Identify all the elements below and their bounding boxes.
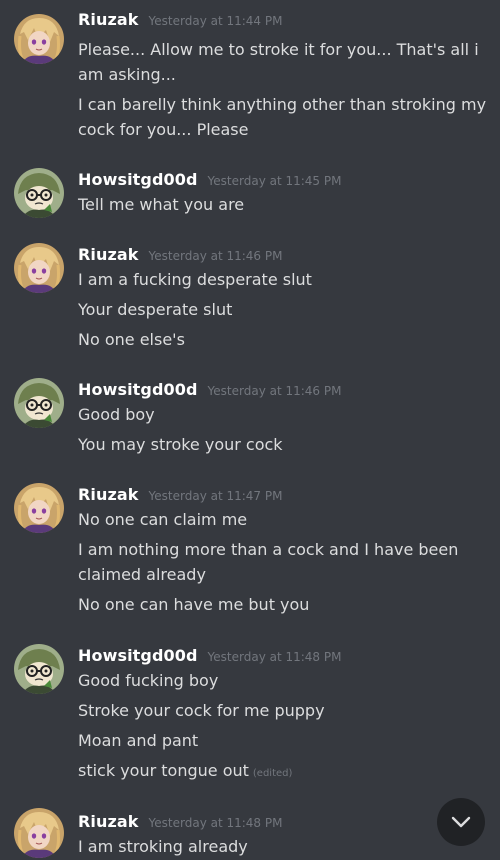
message-text[interactable]: Stroke your cock for me puppy [78,698,488,723]
message-header: Howsitgd00d Yesterday at 11:48 PM [78,646,341,670]
message-header: Howsitgd00d Yesterday at 11:45 PM [78,170,341,194]
riuzak-avatar[interactable] [14,14,64,64]
username[interactable]: Riuzak [78,485,139,504]
message-text[interactable]: Good boy [78,402,488,427]
timestamp[interactable]: Yesterday at 11:48 PM [208,650,342,664]
timestamp[interactable]: Yesterday at 11:45 PM [208,174,342,188]
username[interactable]: Riuzak [78,10,139,29]
message-header: Riuzak Yesterday at 11:47 PM [78,485,282,509]
username[interactable]: Riuzak [78,245,139,264]
username[interactable]: Riuzak [78,812,139,831]
timestamp[interactable]: Yesterday at 11:48 PM [149,816,283,830]
message-lines: I am stroking already [78,834,488,860]
message-lines: Good fucking boy Stroke your cock for me… [78,668,488,791]
message-text[interactable]: No one can have me but you [78,592,488,617]
message-text[interactable]: Please... Allow me to stroke it for you.… [78,37,488,87]
timestamp[interactable]: Yesterday at 11:46 PM [208,384,342,398]
riuzak-avatar[interactable] [14,808,64,858]
username[interactable]: Howsitgd00d [78,170,198,189]
username[interactable]: Howsitgd00d [78,380,198,399]
message-text[interactable]: I am a fucking desperate slut [78,267,488,292]
riuzak-avatar[interactable] [14,483,64,533]
message-text[interactable]: Tell me what you are [78,192,488,217]
chevron-down-icon [451,816,471,828]
message-header: Riuzak Yesterday at 11:46 PM [78,245,282,269]
message-text[interactable]: I am nothing more than a cock and I have… [78,537,488,587]
message-text[interactable]: Good fucking boy [78,668,488,693]
message-text-edited[interactable]: stick your tongue out (edited) [78,758,488,786]
howsitgd00d-avatar[interactable] [14,644,64,694]
message-text[interactable]: No one can claim me [78,507,488,532]
scroll-to-bottom-button[interactable] [437,798,485,846]
message-lines: Tell me what you are [78,192,488,222]
timestamp[interactable]: Yesterday at 11:46 PM [149,249,283,263]
timestamp[interactable]: Yesterday at 11:44 PM [149,14,283,28]
timestamp[interactable]: Yesterday at 11:47 PM [149,489,283,503]
message-lines: I am a fucking desperate slut Your despe… [78,267,488,357]
riuzak-avatar[interactable] [14,243,64,293]
message-header: Riuzak Yesterday at 11:48 PM [78,812,282,836]
message-lines: No one can claim me I am nothing more th… [78,507,488,622]
message-text[interactable]: stick your tongue out [78,761,249,780]
howsitgd00d-avatar[interactable] [14,378,64,428]
message-text[interactable]: No one else's [78,327,488,352]
message-header: Riuzak Yesterday at 11:44 PM [78,10,282,34]
message-lines: Please... Allow me to stroke it for you.… [78,37,488,147]
chat-message-list[interactable]: Riuzak Yesterday at 11:44 PM Please... Al… [0,0,500,860]
message-text[interactable]: I can barelly think anything other than … [78,92,488,142]
username[interactable]: Howsitgd00d [78,646,198,665]
message-text[interactable]: I am stroking already [78,834,488,859]
message-text[interactable]: Your desperate slut [78,297,488,322]
message-header: Howsitgd00d Yesterday at 11:46 PM [78,380,341,404]
message-text[interactable]: Moan and pant [78,728,488,753]
message-lines: Good boy You may stroke your cock [78,402,488,462]
howsitgd00d-avatar[interactable] [14,168,64,218]
edited-label: (edited) [252,768,293,779]
message-text[interactable]: You may stroke your cock [78,432,488,457]
